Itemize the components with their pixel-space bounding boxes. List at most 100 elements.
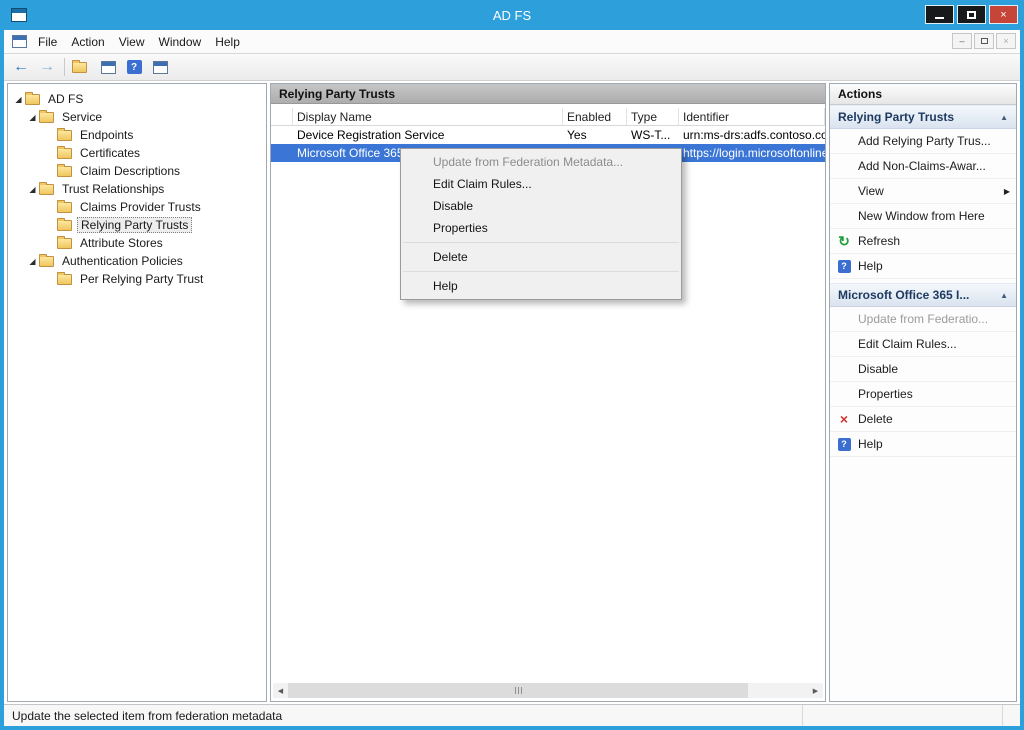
folder-icon bbox=[57, 238, 72, 249]
tree-item-trust-relationships[interactable]: ◢ Trust Relationships bbox=[8, 180, 266, 198]
horizontal-scrollbar[interactable]: ◀ ▶ bbox=[273, 683, 823, 698]
cell-icon bbox=[271, 126, 293, 144]
tree-item-certificates[interactable]: Certificates bbox=[8, 144, 266, 162]
folder-icon bbox=[25, 94, 40, 105]
section-header-label: Relying Party Trusts bbox=[838, 110, 954, 124]
actions-section-microsoft-office-365[interactable]: Microsoft Office 365 I... ▲ bbox=[830, 283, 1016, 307]
scroll-grip bbox=[521, 687, 522, 694]
folder-icon bbox=[39, 256, 54, 267]
scroll-left-button[interactable]: ◀ bbox=[273, 683, 288, 698]
status-segment bbox=[802, 705, 1002, 726]
action-label: Update from Federatio... bbox=[858, 312, 988, 326]
action-refresh[interactable]: ↻ Refresh bbox=[830, 229, 1016, 254]
column-header-type[interactable]: Type bbox=[627, 108, 679, 126]
action-add-relying-party-trust[interactable]: Add Relying Party Trus... bbox=[830, 129, 1016, 154]
scrollbar-thumb[interactable] bbox=[288, 683, 748, 698]
toolbar: ← → ? bbox=[4, 54, 1020, 81]
show-console-tree-button[interactable] bbox=[96, 56, 120, 78]
export-list-button[interactable] bbox=[70, 56, 94, 78]
cell-display-name: Device Registration Service bbox=[293, 126, 563, 144]
table-row-device-registration-service[interactable]: Device Registration Service Yes WS-T... … bbox=[271, 126, 825, 144]
action-properties[interactable]: Properties bbox=[830, 382, 1016, 407]
action-new-window-from-here[interactable]: New Window from Here bbox=[830, 204, 1016, 229]
folder-icon bbox=[39, 184, 54, 195]
folder-icon bbox=[72, 62, 87, 73]
action-view[interactable]: View ▶ bbox=[830, 179, 1016, 204]
tree-item-claim-descriptions[interactable]: Claim Descriptions bbox=[8, 162, 266, 180]
maximize-button[interactable] bbox=[957, 5, 986, 24]
section-header-label: Microsoft Office 365 I... bbox=[838, 288, 969, 302]
minimize-icon bbox=[935, 17, 944, 19]
help-toolbar-button[interactable]: ? bbox=[122, 56, 146, 78]
help-icon: ? bbox=[127, 60, 142, 74]
ctx-properties[interactable]: Properties bbox=[401, 217, 681, 239]
ctx-delete[interactable]: Delete bbox=[401, 246, 681, 268]
ctx-help[interactable]: Help bbox=[401, 275, 681, 297]
collapse-icon[interactable]: ▲ bbox=[1000, 113, 1008, 122]
submenu-arrow-icon: ▶ bbox=[1004, 187, 1010, 196]
delete-icon: × bbox=[840, 411, 848, 427]
collapse-icon[interactable]: ▲ bbox=[1000, 291, 1008, 300]
caption-buttons: × bbox=[925, 5, 1018, 24]
tree-item-attribute-stores[interactable]: Attribute Stores bbox=[8, 234, 266, 252]
action-disable[interactable]: Disable bbox=[830, 357, 1016, 382]
scrollbar-track[interactable] bbox=[748, 683, 808, 698]
tree-item-label: Attribute Stores bbox=[77, 236, 166, 250]
menu-help[interactable]: Help bbox=[208, 32, 247, 52]
action-label: New Window from Here bbox=[858, 209, 985, 223]
ctx-disable[interactable]: Disable bbox=[401, 195, 681, 217]
tree-item-per-relying-party-trust[interactable]: Per Relying Party Trust bbox=[8, 270, 266, 288]
help-icon-wrap: ? bbox=[830, 260, 858, 273]
tree-item-adfs[interactable]: ◢ AD FS bbox=[8, 90, 266, 108]
scroll-right-button[interactable]: ▶ bbox=[808, 683, 823, 698]
status-segment bbox=[1002, 705, 1020, 726]
tree-item-service[interactable]: ◢ Service bbox=[8, 108, 266, 126]
maximize-icon bbox=[967, 11, 976, 19]
ctx-edit-claim-rules[interactable]: Edit Claim Rules... bbox=[401, 173, 681, 195]
menu-window[interactable]: Window bbox=[152, 32, 209, 52]
action-label: View bbox=[858, 184, 884, 198]
mmc-restore-button[interactable] bbox=[974, 33, 994, 49]
context-menu-separator bbox=[403, 242, 679, 243]
actions-section-relying-party-trusts[interactable]: Relying Party Trusts ▲ bbox=[830, 105, 1016, 129]
minimize-button[interactable] bbox=[925, 5, 954, 24]
show-action-pane-button[interactable] bbox=[148, 56, 172, 78]
tree-item-label: Claim Descriptions bbox=[77, 164, 183, 178]
menu-file[interactable]: File bbox=[31, 32, 64, 52]
action-label: Edit Claim Rules... bbox=[858, 337, 957, 351]
column-header-enabled[interactable]: Enabled bbox=[563, 108, 627, 126]
action-label: Disable bbox=[858, 362, 898, 376]
folder-icon bbox=[57, 148, 72, 159]
tree-item-relying-party-trusts[interactable]: Relying Party Trusts bbox=[8, 216, 266, 234]
folder-icon bbox=[57, 130, 72, 141]
tree-item-authentication-policies[interactable]: ◢ Authentication Policies bbox=[8, 252, 266, 270]
action-help[interactable]: ? Help bbox=[830, 254, 1016, 279]
action-add-non-claims-aware[interactable]: Add Non-Claims-Awar... bbox=[830, 154, 1016, 179]
expander-icon[interactable]: ◢ bbox=[12, 95, 25, 104]
close-icon: × bbox=[1000, 9, 1006, 21]
back-button[interactable]: ← bbox=[9, 56, 33, 78]
help-icon-wrap: ? bbox=[830, 438, 858, 451]
column-header-display-name[interactable]: Display Name bbox=[293, 108, 563, 126]
forward-button[interactable]: → bbox=[35, 56, 59, 78]
expander-icon[interactable]: ◢ bbox=[26, 113, 39, 122]
action-edit-claim-rules[interactable]: Edit Claim Rules... bbox=[830, 332, 1016, 357]
statusbar: Update the selected item from federation… bbox=[4, 704, 1020, 726]
expander-icon[interactable]: ◢ bbox=[26, 185, 39, 194]
action-help-2[interactable]: ? Help bbox=[830, 432, 1016, 457]
expander-icon[interactable]: ◢ bbox=[26, 257, 39, 266]
ctx-update-from-federation-metadata: Update from Federation Metadata... bbox=[401, 151, 681, 173]
column-header-identifier[interactable]: Identifier bbox=[679, 108, 825, 126]
mmc-close-button[interactable]: × bbox=[996, 33, 1016, 49]
action-delete[interactable]: × Delete bbox=[830, 407, 1016, 432]
mmc-minimize-button[interactable]: – bbox=[952, 33, 972, 49]
tree-item-endpoints[interactable]: Endpoints bbox=[8, 126, 266, 144]
action-label: Add Non-Claims-Awar... bbox=[858, 159, 986, 173]
menu-view[interactable]: View bbox=[112, 32, 152, 52]
cell-enabled: Yes bbox=[563, 126, 627, 144]
folder-icon bbox=[57, 202, 72, 213]
help-icon: ? bbox=[838, 438, 851, 451]
tree-item-claims-provider-trusts[interactable]: Claims Provider Trusts bbox=[8, 198, 266, 216]
menu-action[interactable]: Action bbox=[64, 32, 111, 52]
close-button[interactable]: × bbox=[989, 5, 1018, 24]
